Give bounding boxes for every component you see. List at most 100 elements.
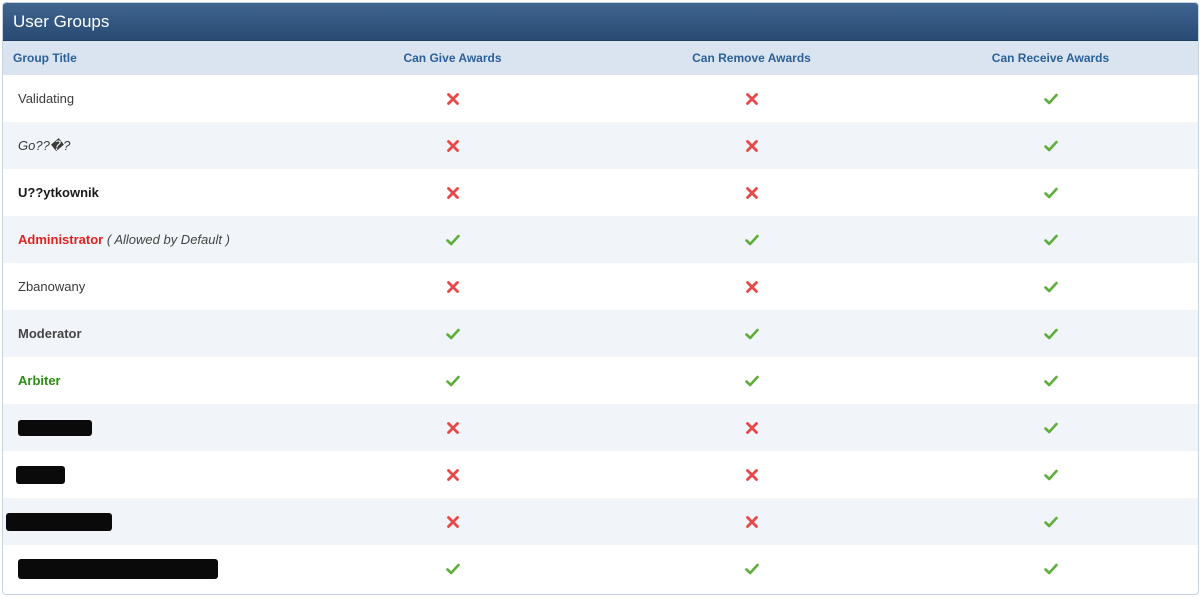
can-give-cell [303, 169, 602, 216]
group-title-cell [3, 545, 303, 592]
can-give-cell [303, 357, 602, 404]
group-name-administrator: Administrator [18, 232, 104, 247]
allowed-by-default-note: ( Allowed by Default ) [106, 232, 230, 247]
cross-icon [745, 469, 758, 482]
table-row: Validating [3, 75, 1198, 122]
table-row [3, 545, 1198, 592]
cross-icon [446, 516, 459, 529]
cross-icon [446, 422, 459, 435]
can-remove-cell [602, 357, 901, 404]
table-row: Moderator [3, 310, 1198, 357]
check-icon [744, 234, 759, 246]
can-give-cell [303, 451, 602, 498]
check-icon [1043, 281, 1058, 293]
can-receive-cell [901, 310, 1198, 357]
can-give-cell [303, 498, 602, 545]
check-icon [1043, 140, 1058, 152]
header-can-give-awards: Can Give Awards [303, 41, 602, 75]
table-row: Zbanowany [3, 263, 1198, 310]
group-title-cell: Moderator [3, 310, 303, 357]
check-icon [1043, 234, 1058, 246]
cross-icon [745, 93, 758, 106]
can-receive-cell [901, 75, 1198, 122]
check-icon [1043, 469, 1058, 481]
can-receive-cell [901, 122, 1198, 169]
cross-icon [745, 140, 758, 153]
check-icon [445, 234, 460, 246]
table-row [3, 498, 1198, 545]
group-name-user: U??ytkownik [18, 185, 99, 200]
check-icon [445, 563, 460, 575]
group-name-moderator: Moderator [18, 326, 82, 341]
table-row: Go??�? [3, 122, 1198, 169]
group-name-guest: Go??�? [18, 137, 71, 153]
table-row [3, 404, 1198, 451]
group-title-cell: Arbiter [3, 357, 303, 404]
can-give-cell [303, 122, 602, 169]
table-header-row: Group Title Can Give Awards Can Remove A… [3, 41, 1198, 75]
can-remove-cell [602, 216, 901, 263]
cross-icon [446, 187, 459, 200]
table-row [3, 451, 1198, 498]
check-icon [1043, 563, 1058, 575]
group-name-arbiter: Arbiter [18, 373, 61, 388]
check-icon [744, 563, 759, 575]
can-remove-cell [602, 404, 901, 451]
check-icon [445, 328, 460, 340]
can-remove-cell [602, 451, 901, 498]
check-icon [1043, 516, 1058, 528]
panel-title: User Groups [3, 3, 1198, 41]
can-remove-cell [602, 75, 901, 122]
cross-icon [745, 187, 758, 200]
check-icon [1043, 422, 1058, 434]
group-title-cell [3, 451, 303, 498]
user-groups-panel: User Groups Group Title Can Give Awards … [2, 2, 1199, 595]
can-give-cell [303, 263, 602, 310]
can-give-cell [303, 545, 602, 592]
redacted-group-name [16, 465, 65, 484]
can-give-cell [303, 216, 602, 263]
group-title-cell: Validating [3, 75, 303, 122]
cross-icon [745, 281, 758, 294]
group-name-validating: Validating [18, 91, 75, 106]
can-give-cell [303, 404, 602, 451]
can-receive-cell [901, 263, 1198, 310]
group-title-cell: Zbanowany [3, 263, 303, 310]
group-title-cell [3, 404, 303, 451]
table-row: Administrator ( Allowed by Default ) [3, 216, 1198, 263]
cross-icon [446, 140, 459, 153]
can-remove-cell [602, 122, 901, 169]
group-title-cell: Administrator ( Allowed by Default ) [3, 216, 303, 263]
can-remove-cell [602, 169, 901, 216]
redacted-group-name [6, 512, 112, 531]
check-icon [744, 328, 759, 340]
can-receive-cell [901, 498, 1198, 545]
table-row: U??ytkownik [3, 169, 1198, 216]
group-title-cell: U??ytkownik [3, 169, 303, 216]
check-icon [1043, 328, 1058, 340]
can-give-cell [303, 310, 602, 357]
can-remove-cell [602, 545, 901, 592]
check-icon [1043, 93, 1058, 105]
check-icon [445, 375, 460, 387]
user-groups-table: Group Title Can Give Awards Can Remove A… [3, 41, 1198, 592]
table-row: Arbiter [3, 357, 1198, 404]
group-name-banned: Zbanowany [18, 279, 86, 294]
cross-icon [446, 281, 459, 294]
check-icon [1043, 187, 1058, 199]
header-can-remove-awards: Can Remove Awards [602, 41, 901, 75]
cross-icon [446, 469, 459, 482]
can-remove-cell [602, 498, 901, 545]
can-receive-cell [901, 216, 1198, 263]
can-receive-cell [901, 404, 1198, 451]
group-title-cell: Go??�? [3, 122, 303, 169]
check-icon [1043, 375, 1058, 387]
header-group-title: Group Title [3, 41, 303, 75]
redacted-group-name [18, 419, 92, 436]
cross-icon [745, 516, 758, 529]
header-can-receive-awards: Can Receive Awards [901, 41, 1198, 75]
can-remove-cell [602, 263, 901, 310]
cross-icon [745, 422, 758, 435]
can-receive-cell [901, 169, 1198, 216]
cross-icon [446, 93, 459, 106]
